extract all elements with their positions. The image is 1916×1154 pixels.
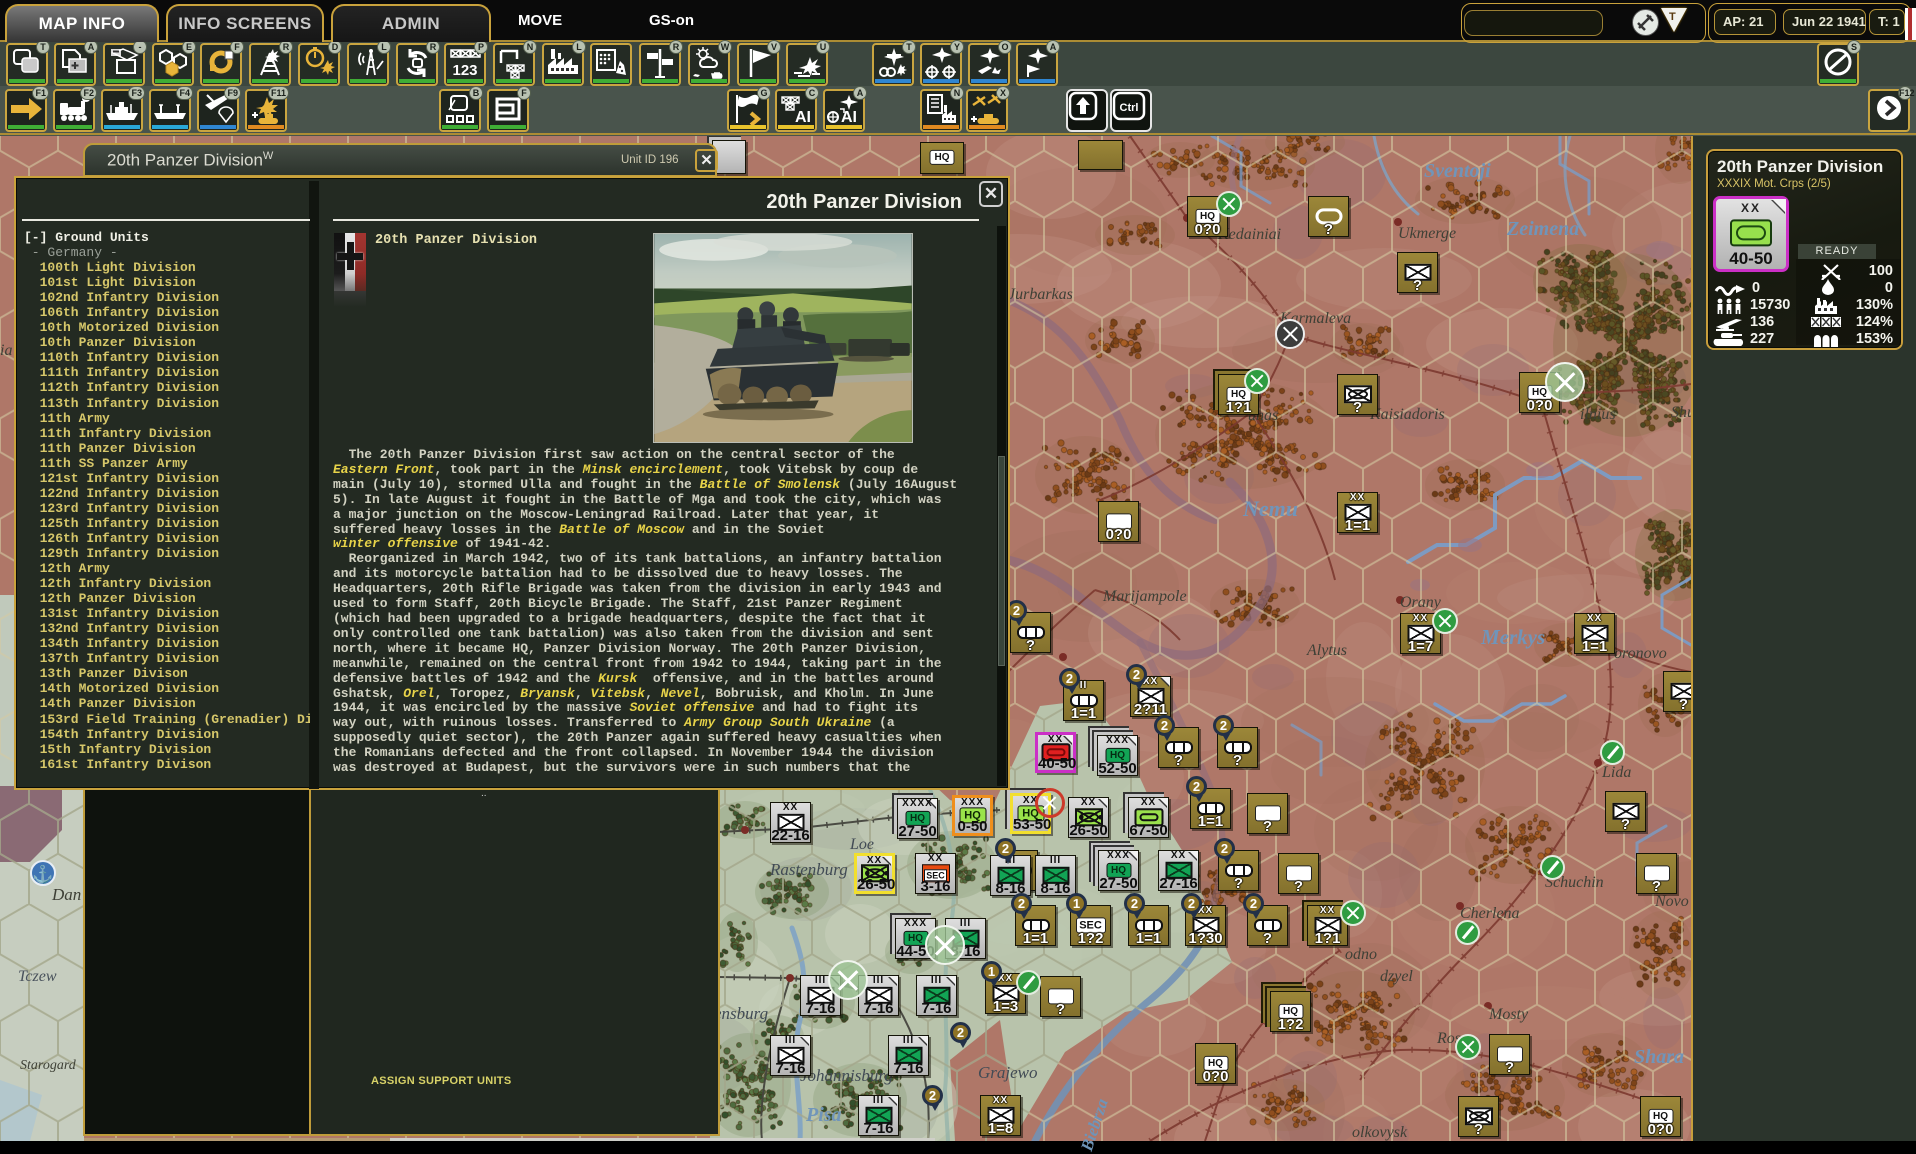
svg-text:123: 123 — [452, 62, 477, 79]
svg-text:AI: AI — [795, 109, 811, 126]
svg-text:Ctrl: Ctrl — [1120, 102, 1139, 114]
